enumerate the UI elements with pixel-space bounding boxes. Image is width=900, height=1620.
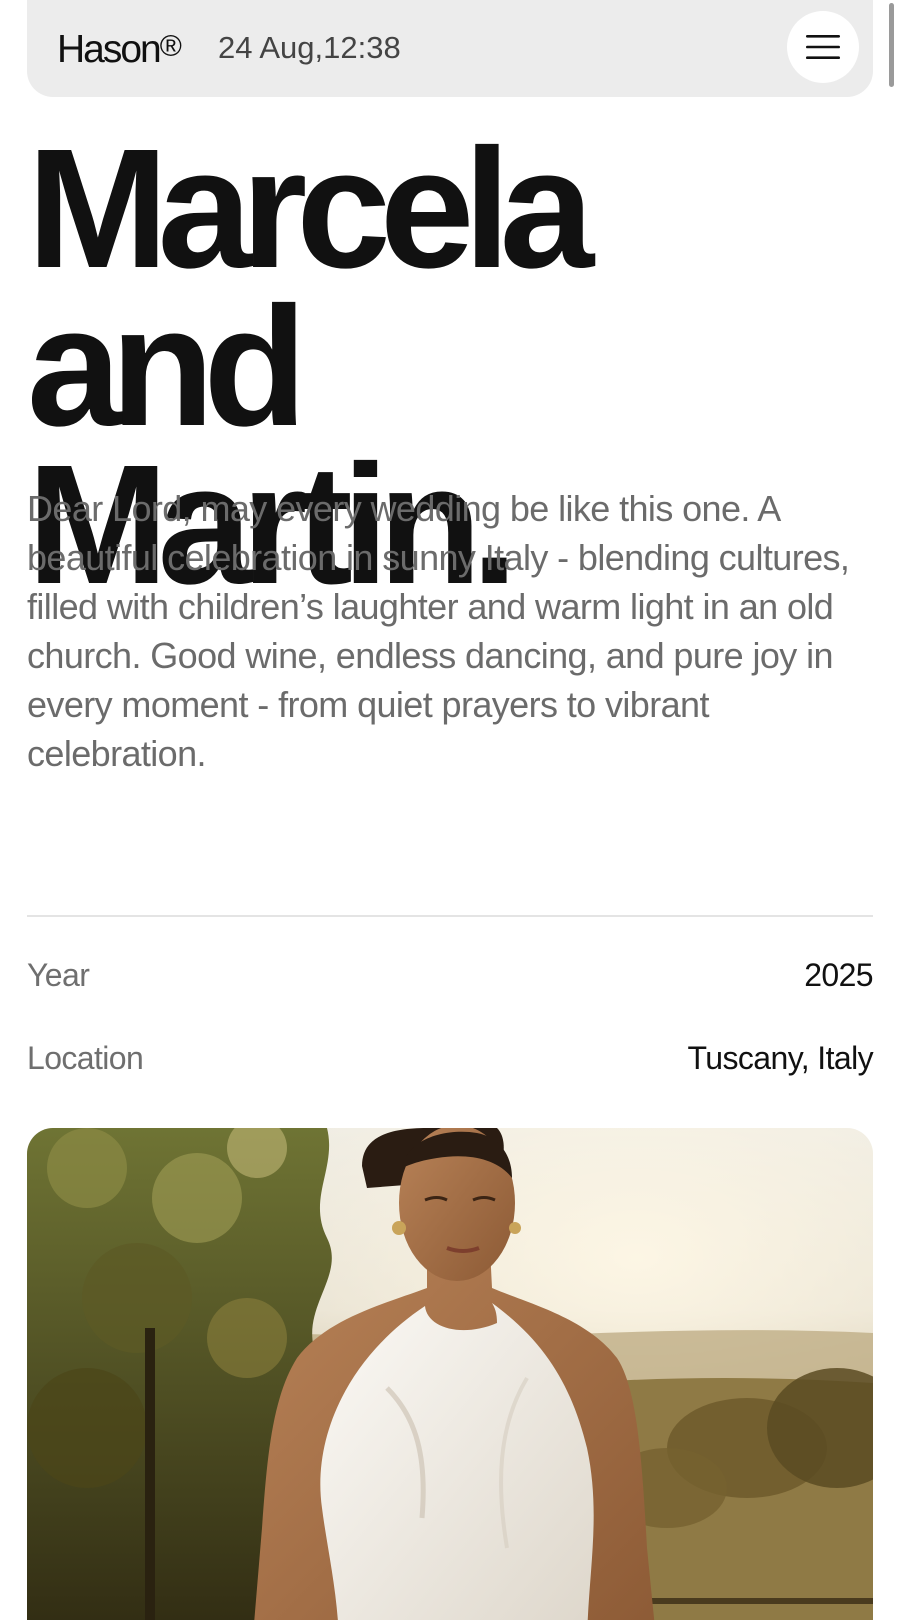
detail-value: Tuscany, Italy: [687, 1040, 874, 1076]
top-bar: Hason® 24 Aug,12:38: [27, 0, 873, 97]
scrollbar[interactable]: [889, 3, 894, 87]
detail-label: Location: [27, 1040, 144, 1076]
date-time: 24 Aug,12:38: [218, 30, 401, 65]
bride-photo-image: [27, 1128, 873, 1620]
detail-label: Year: [27, 957, 90, 993]
brand-logo[interactable]: Hason®: [57, 24, 182, 73]
project-description: Dear Lord, may every wedding be like thi…: [27, 488, 850, 774]
divider: [27, 915, 873, 917]
registered-mark: ®: [159, 30, 182, 63]
brand-name: Hason: [57, 28, 162, 71]
detail-value: 2025: [804, 957, 873, 993]
detail-row-location: Location Tuscany, Italy: [27, 1040, 874, 1077]
page: Hason® 24 Aug,12:38 Marcela and Martin. …: [0, 0, 900, 1620]
menu-button[interactable]: [787, 11, 859, 83]
hamburger-menu-icon: [806, 35, 840, 59]
hero-photo: [27, 1128, 873, 1620]
title-line-1: Marcela and: [27, 114, 594, 462]
detail-row-year: Year 2025: [27, 957, 874, 994]
